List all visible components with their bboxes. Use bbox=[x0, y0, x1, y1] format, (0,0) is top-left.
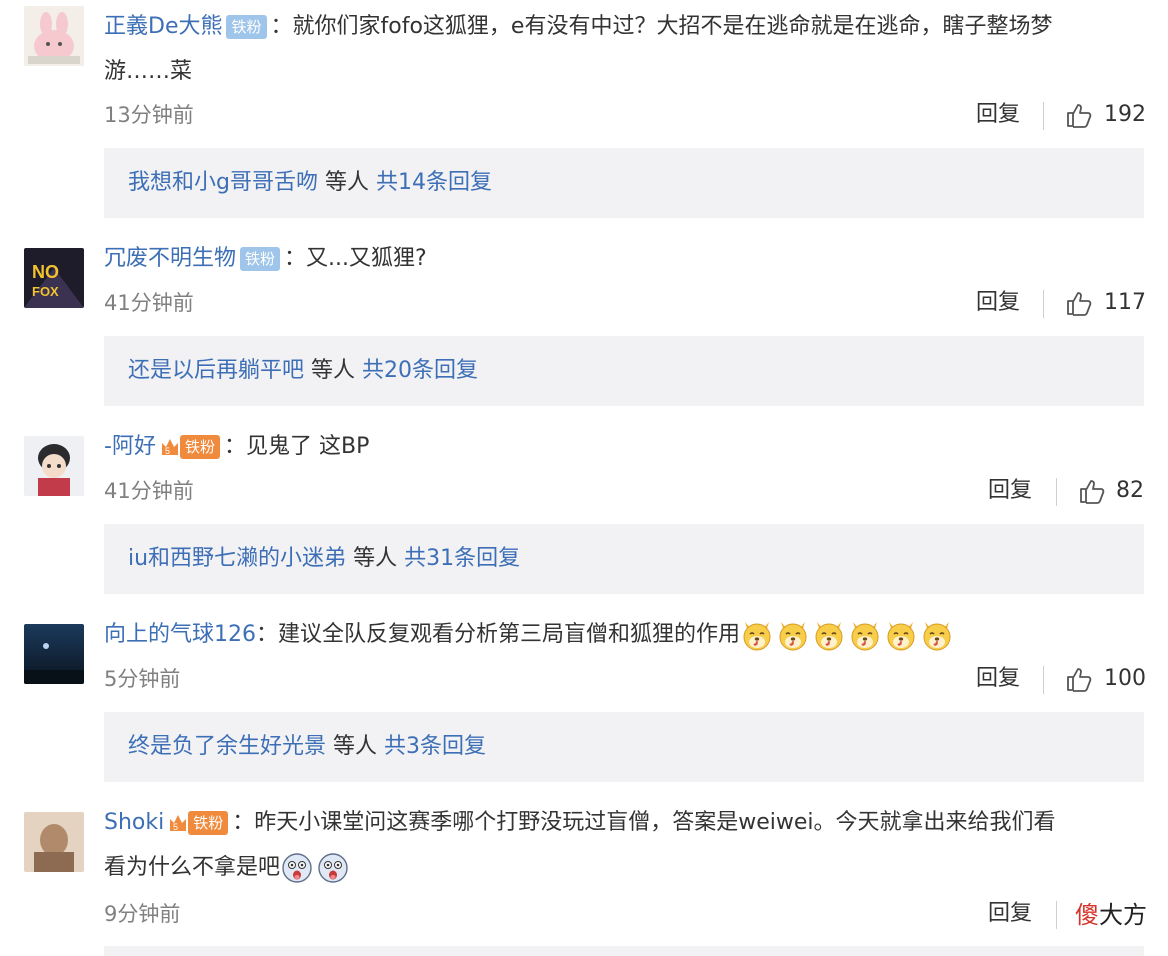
like-count: 117 bbox=[1104, 290, 1146, 315]
timestamp: 41分钟前 bbox=[104, 291, 194, 315]
sub-reply-user-link[interactable]: 终是负了余生好光景 bbox=[128, 734, 326, 759]
svg-text:FOX: FOX bbox=[32, 284, 59, 299]
avatar[interactable]: NO FOX bbox=[24, 248, 84, 308]
crown-icon: 5 bbox=[161, 439, 178, 456]
timestamp: 13分钟前 bbox=[104, 103, 194, 127]
svg-text:NO: NO bbox=[32, 262, 59, 282]
sub-reply-user-link[interactable]: 还是以后再躺平吧 bbox=[128, 358, 304, 383]
comment-text: -阿好 5 铁粉 ：见鬼了 这BP bbox=[104, 434, 370, 460]
doge-emoji-icon bbox=[815, 622, 843, 651]
sub-replies-box[interactable]: 我想和小g哥哥舌吻 等人 共14条回复 bbox=[104, 148, 1144, 218]
sub-reply-label: 等人 bbox=[353, 546, 398, 571]
sub-reply-total-link[interactable]: 共3条回复 bbox=[384, 734, 486, 759]
reply-button[interactable]: 回复 bbox=[976, 664, 1020, 694]
reply-button[interactable]: 回复 bbox=[988, 899, 1032, 929]
avatar[interactable] bbox=[24, 6, 84, 66]
watermark: 傻大方 bbox=[1072, 895, 1150, 930]
scared-emoji-icon bbox=[282, 853, 312, 883]
divider bbox=[1043, 290, 1044, 318]
divider bbox=[1043, 102, 1044, 130]
comment-text: Shoki 5 铁粉 ：昨天小课堂问这赛季哪个打野没玩过盲僧，答案是weiwei。今天… bbox=[104, 810, 1056, 836]
sub-replies-box[interactable] bbox=[104, 946, 1144, 956]
timestamp: 9分钟前 bbox=[104, 902, 181, 926]
comment-text-continued: 游……菜 bbox=[104, 59, 193, 84]
fan-badge[interactable]: 铁粉 bbox=[240, 246, 281, 272]
sub-reply-total-link[interactable]: 共14条回复 bbox=[376, 170, 492, 195]
like-count: 100 bbox=[1104, 666, 1146, 691]
comment-text: 正義De大熊 铁粉 ：就你们家fofo这狐狸，e有没有中过？大招不是在逃命就是在逃命… bbox=[104, 14, 1053, 40]
doge-emoji-icon bbox=[887, 622, 915, 651]
divider bbox=[1043, 666, 1044, 694]
like-count: 192 bbox=[1104, 102, 1146, 127]
comment-text: 向上的气球126：建议全队反复观看分析第三局盲僧和狐狸的作用 bbox=[104, 613, 1140, 657]
sub-reply-label: 等人 bbox=[311, 358, 356, 383]
like-count: 82 bbox=[1116, 478, 1144, 503]
doge-emoji-icon bbox=[779, 622, 807, 651]
username-link[interactable]: -阿好 bbox=[104, 434, 156, 459]
svg-text:5: 5 bbox=[173, 822, 178, 832]
username-link[interactable]: Shoki bbox=[104, 810, 164, 835]
reply-button[interactable]: 回复 bbox=[976, 100, 1020, 130]
sub-replies-box[interactable]: iu和西野七濑的小迷弟 等人 共31条回复 bbox=[104, 524, 1144, 594]
avatar[interactable] bbox=[24, 436, 84, 496]
fan-badge[interactable]: 铁粉 bbox=[226, 14, 267, 40]
thumbs-up-icon[interactable] bbox=[1065, 101, 1093, 129]
avatar[interactable] bbox=[24, 624, 84, 684]
crown-icon: 5 bbox=[170, 815, 187, 832]
sub-replies-box[interactable]: 还是以后再躺平吧 等人 共20条回复 bbox=[104, 336, 1144, 406]
reply-button[interactable]: 回复 bbox=[976, 288, 1020, 318]
scared-emoji-icon bbox=[318, 853, 348, 883]
sub-reply-user-link[interactable]: iu和西野七濑的小迷弟 bbox=[128, 546, 346, 571]
sub-reply-label: 等人 bbox=[333, 734, 378, 759]
sub-reply-total-link[interactable]: 共20条回复 bbox=[362, 358, 478, 383]
comment-text: 冗废不明生物 铁粉 ：又...又狐狸? bbox=[104, 246, 427, 272]
thumbs-up-icon[interactable] bbox=[1065, 289, 1093, 317]
thumbs-up-icon[interactable] bbox=[1065, 665, 1093, 693]
avatar[interactable] bbox=[24, 812, 84, 872]
divider bbox=[1056, 478, 1057, 506]
username-link[interactable]: 正義De大熊 bbox=[104, 14, 222, 39]
username-link[interactable]: 冗废不明生物 bbox=[104, 246, 236, 271]
divider bbox=[1056, 901, 1057, 929]
fan-badge[interactable]: 5 铁粉 bbox=[168, 810, 229, 836]
reply-button[interactable]: 回复 bbox=[988, 476, 1032, 506]
comment-text-continued: 看为什么不拿是吧 bbox=[104, 846, 352, 890]
doge-emoji-icon bbox=[851, 622, 879, 651]
doge-emoji-icon bbox=[743, 622, 771, 651]
doge-emoji-icon bbox=[923, 622, 951, 651]
timestamp: 41分钟前 bbox=[104, 479, 194, 503]
timestamp: 5分钟前 bbox=[104, 667, 181, 691]
username-link[interactable]: 向上的气球126 bbox=[104, 622, 256, 647]
svg-text:5: 5 bbox=[165, 446, 170, 456]
thumbs-up-icon[interactable] bbox=[1078, 477, 1106, 505]
sub-reply-label: 等人 bbox=[324, 170, 369, 195]
sub-reply-user-link[interactable]: 我想和小g哥哥舌吻 bbox=[128, 170, 318, 195]
fan-badge[interactable]: 5 铁粉 bbox=[160, 434, 220, 460]
sub-reply-total-link[interactable]: 共31条回复 bbox=[404, 546, 520, 571]
sub-replies-box[interactable]: 终是负了余生好光景 等人 共3条回复 bbox=[104, 712, 1144, 782]
